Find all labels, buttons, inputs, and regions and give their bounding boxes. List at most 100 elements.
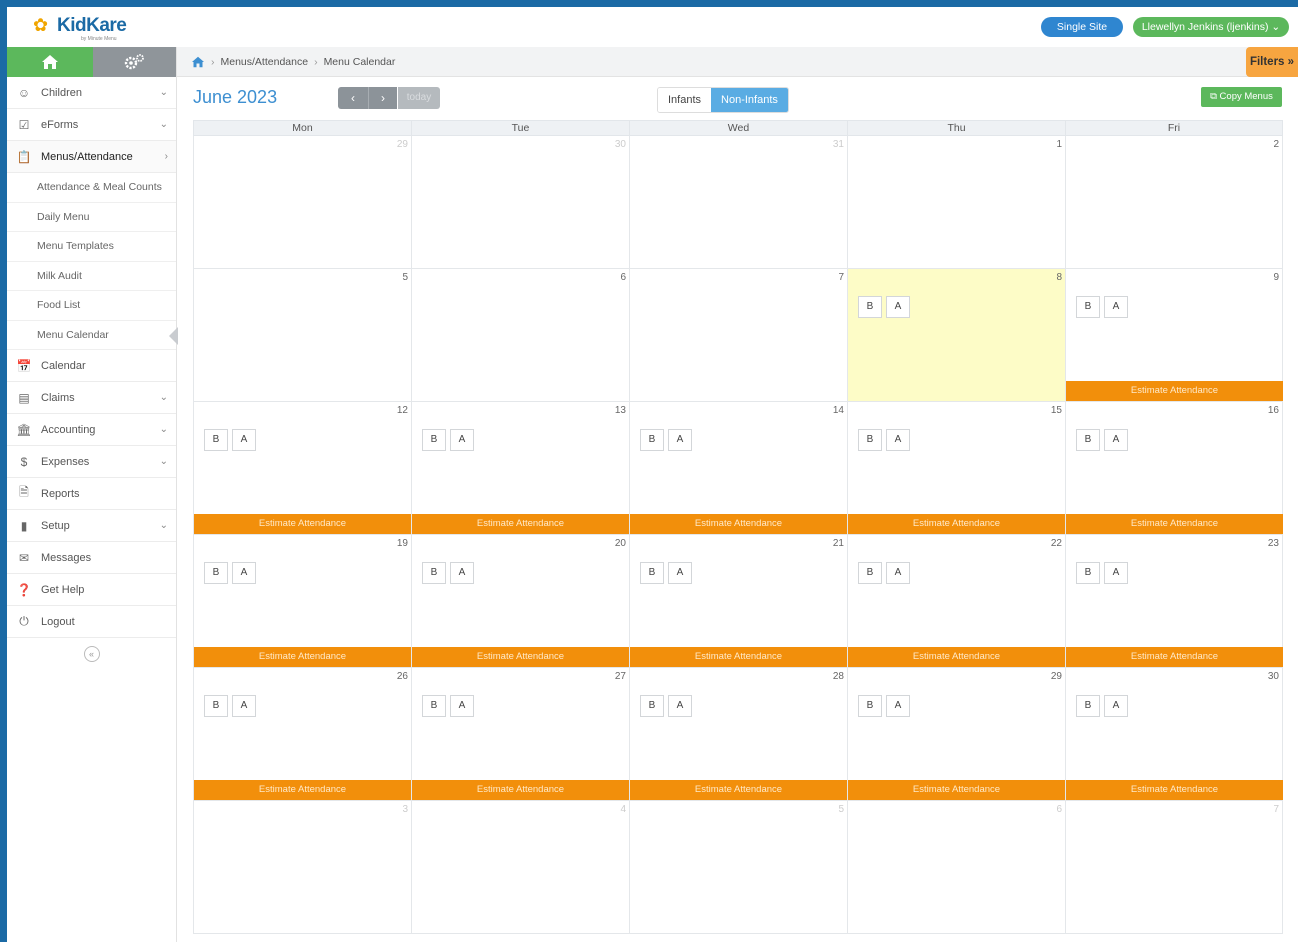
am-snack-meal-button[interactable]: A — [450, 562, 474, 584]
calendar-day-cell[interactable]: 7 — [629, 269, 847, 402]
calendar-day-cell[interactable]: 5 — [193, 269, 411, 402]
subnav-menu-templates[interactable]: Menu Templates — [7, 232, 176, 262]
calendar-day-cell[interactable]: 8 BA — [847, 269, 1065, 402]
calendar-day-cell[interactable]: 12 B A Estimate Attendance — [193, 402, 411, 535]
single-site-button[interactable]: Single Site — [1041, 17, 1123, 37]
am-snack-meal-button[interactable]: A — [886, 296, 910, 318]
calendar-day-cell[interactable]: 16 B A Estimate Attendance — [1065, 402, 1283, 535]
tab-non-infants[interactable]: Non-Infants — [711, 88, 788, 112]
am-snack-meal-button[interactable]: A — [232, 562, 256, 584]
subnav-menu-calendar[interactable]: Menu Calendar — [7, 321, 178, 350]
am-snack-meal-button[interactable]: A — [886, 429, 910, 451]
calendar-day-cell[interactable]: 29 — [193, 136, 411, 269]
collapse-sidebar-button[interactable]: « — [83, 646, 100, 662]
breakfast-meal-button[interactable]: B — [204, 429, 228, 451]
subnav-food-list[interactable]: Food List — [7, 291, 176, 321]
estimate-attendance-button[interactable]: Estimate Attendance — [194, 514, 411, 534]
calendar-day-cell[interactable]: 19 B A Estimate Attendance — [193, 535, 411, 668]
estimate-attendance-button[interactable]: Estimate Attendance — [630, 514, 847, 534]
estimate-attendance-button[interactable]: Estimate Attendance — [1066, 780, 1283, 800]
estimate-attendance-button[interactable]: Estimate Attendance — [630, 780, 847, 800]
kidkare-logo[interactable]: ✿ KidKare by Minute Menu — [31, 13, 141, 43]
am-snack-meal-button[interactable]: A — [886, 695, 910, 717]
home-icon[interactable] — [191, 56, 205, 68]
calendar-day-cell[interactable]: 6 — [411, 269, 629, 402]
am-snack-meal-button[interactable]: A — [1104, 562, 1128, 584]
calendar-day-cell[interactable]: 7 — [1065, 801, 1283, 934]
calendar-day-cell[interactable]: 30 B A Estimate Attendance — [1065, 668, 1283, 801]
breadcrumb-menus-attendance[interactable]: Menus/Attendance — [221, 56, 309, 68]
am-snack-meal-button[interactable]: A — [232, 429, 256, 451]
calendar-day-cell[interactable]: 30 — [411, 136, 629, 269]
calendar-day-cell[interactable]: 2 — [1065, 136, 1283, 269]
estimate-attendance-button[interactable]: Estimate Attendance — [1066, 514, 1283, 534]
breakfast-meal-button[interactable]: B — [1076, 429, 1100, 451]
sidebar-item-setup[interactable]: ▮ Setup ⌄ — [7, 510, 176, 542]
calendar-day-cell[interactable]: 1 — [847, 136, 1065, 269]
calendar-day-cell[interactable]: 27 B A Estimate Attendance — [411, 668, 629, 801]
filters-button[interactable]: Filters » — [1246, 47, 1298, 77]
sidebar-item-logout[interactable]: ⏻ Logout — [7, 606, 176, 638]
breakfast-meal-button[interactable]: B — [204, 695, 228, 717]
sidebar-item-reports[interactable]: 🗎 Reports — [7, 478, 176, 510]
calendar-day-cell[interactable]: 28 B A Estimate Attendance — [629, 668, 847, 801]
estimate-attendance-button[interactable]: Estimate Attendance — [412, 514, 629, 534]
calendar-day-cell[interactable]: 20 B A Estimate Attendance — [411, 535, 629, 668]
breakfast-meal-button[interactable]: B — [640, 695, 664, 717]
am-snack-meal-button[interactable]: A — [1104, 429, 1128, 451]
calendar-day-cell[interactable]: 14 B A Estimate Attendance — [629, 402, 847, 535]
sidebar-item-expenses[interactable]: $ Expenses ⌄ — [7, 446, 176, 478]
calendar-day-cell[interactable]: 4 — [411, 801, 629, 934]
calendar-day-cell[interactable]: 13 B A Estimate Attendance — [411, 402, 629, 535]
breakfast-meal-button[interactable]: B — [858, 562, 882, 584]
am-snack-meal-button[interactable]: A — [232, 695, 256, 717]
subnav-attendance-meal-counts[interactable]: Attendance & Meal Counts — [7, 173, 176, 203]
calendar-day-cell[interactable]: 6 — [847, 801, 1065, 934]
am-snack-meal-button[interactable]: A — [450, 429, 474, 451]
settings-button[interactable] — [92, 47, 176, 77]
home-button[interactable] — [7, 47, 93, 77]
breakfast-meal-button[interactable]: B — [640, 429, 664, 451]
sidebar-item-accounting[interactable]: 🏛 Accounting ⌄ — [7, 414, 176, 446]
calendar-day-cell[interactable]: 15 B A Estimate Attendance — [847, 402, 1065, 535]
calendar-day-cell[interactable]: 29 B A Estimate Attendance — [847, 668, 1065, 801]
estimate-attendance-button[interactable]: Estimate Attendance — [194, 780, 411, 800]
breakfast-meal-button[interactable]: B — [422, 429, 446, 451]
estimate-attendance-button[interactable]: Estimate Attendance — [630, 647, 847, 667]
sidebar-item-eforms[interactable]: ☑ eForms ⌄ — [7, 109, 176, 141]
estimate-attendance-button[interactable]: Estimate Attendance — [412, 780, 629, 800]
breakfast-meal-button[interactable]: B — [1076, 695, 1100, 717]
calendar-day-cell[interactable]: 21 B A Estimate Attendance — [629, 535, 847, 668]
am-snack-meal-button[interactable]: A — [1104, 296, 1128, 318]
calendar-day-cell[interactable]: 5 — [629, 801, 847, 934]
sidebar-item-calendar[interactable]: 📅 Calendar — [7, 350, 176, 382]
calendar-day-cell[interactable]: 3 — [193, 801, 411, 934]
sidebar-item-get-help[interactable]: ❓ Get Help — [7, 574, 176, 606]
breakfast-meal-button[interactable]: B — [858, 429, 882, 451]
subnav-daily-menu[interactable]: Daily Menu — [7, 203, 176, 232]
copy-menus-button[interactable]: ⧉ Copy Menus — [1201, 87, 1282, 107]
next-month-button[interactable]: › — [368, 87, 397, 109]
estimate-attendance-button[interactable]: Estimate Attendance — [1066, 647, 1283, 667]
estimate-attendance-button[interactable]: Estimate Attendance — [412, 647, 629, 667]
calendar-day-cell[interactable]: 26 B A Estimate Attendance — [193, 668, 411, 801]
estimate-attendance-button[interactable]: Estimate Attendance — [1066, 381, 1283, 401]
am-snack-meal-button[interactable]: A — [886, 562, 910, 584]
estimate-attendance-button[interactable]: Estimate Attendance — [194, 647, 411, 667]
today-button[interactable]: today — [398, 87, 440, 109]
calendar-day-cell[interactable]: 22 B A Estimate Attendance — [847, 535, 1065, 668]
sidebar-item-children[interactable]: ☺ Children ⌄ — [7, 77, 176, 109]
estimate-attendance-button[interactable]: Estimate Attendance — [848, 647, 1065, 667]
breakfast-meal-button[interactable]: B — [422, 695, 446, 717]
estimate-attendance-button[interactable]: Estimate Attendance — [848, 780, 1065, 800]
calendar-day-cell[interactable]: 31 — [629, 136, 847, 269]
sidebar-item-claims[interactable]: ▤ Claims ⌄ — [7, 382, 176, 414]
breakfast-meal-button[interactable]: B — [422, 562, 446, 584]
estimate-attendance-button[interactable]: Estimate Attendance — [848, 514, 1065, 534]
subnav-milk-audit[interactable]: Milk Audit — [7, 262, 176, 291]
breakfast-meal-button[interactable]: B — [204, 562, 228, 584]
breakfast-meal-button[interactable]: B — [640, 562, 664, 584]
breakfast-meal-button[interactable]: B — [858, 296, 882, 318]
am-snack-meal-button[interactable]: A — [668, 429, 692, 451]
sidebar-item-menus-attendance[interactable]: 📋 Menus/Attendance › — [7, 141, 176, 173]
